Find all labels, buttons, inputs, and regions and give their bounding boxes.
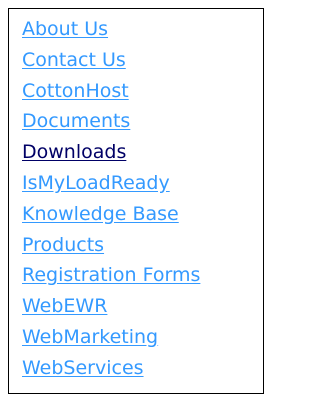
- nav-link-webewr[interactable]: WebEWR: [22, 295, 107, 317]
- nav-item-downloads: Downloads: [22, 137, 200, 168]
- nav-item-documents: Documents: [22, 106, 200, 137]
- nav-item-products: Products: [22, 230, 200, 261]
- nav-item-ismyloadready: IsMyLoadReady: [22, 168, 200, 199]
- nav-item-webmarketing: WebMarketing: [22, 322, 200, 353]
- navigation-menu: About Us Contact Us CottonHost Documents…: [8, 8, 264, 394]
- nav-item-about-us: About Us: [22, 14, 200, 45]
- nav-link-list: About Us Contact Us CottonHost Documents…: [22, 14, 200, 384]
- nav-link-knowledge-base[interactable]: Knowledge Base: [22, 203, 179, 225]
- nav-link-registration-forms[interactable]: Registration Forms: [22, 264, 200, 286]
- nav-item-cottonhost: CottonHost: [22, 76, 200, 107]
- nav-item-contact-us: Contact Us: [22, 45, 200, 76]
- nav-link-cottonhost[interactable]: CottonHost: [22, 80, 129, 102]
- nav-item-knowledge-base: Knowledge Base: [22, 199, 200, 230]
- nav-item-webservices: WebServices: [22, 353, 200, 384]
- nav-link-webmarketing[interactable]: WebMarketing: [22, 326, 158, 348]
- nav-link-about-us[interactable]: About Us: [22, 18, 108, 40]
- nav-link-products[interactable]: Products: [22, 234, 104, 256]
- nav-item-webewr: WebEWR: [22, 291, 200, 322]
- nav-link-webservices[interactable]: WebServices: [22, 357, 144, 379]
- nav-item-registration-forms: Registration Forms: [22, 260, 200, 291]
- nav-link-documents[interactable]: Documents: [22, 110, 130, 132]
- nav-link-downloads[interactable]: Downloads: [22, 141, 126, 163]
- nav-link-ismyloadready[interactable]: IsMyLoadReady: [22, 172, 170, 194]
- nav-link-contact-us[interactable]: Contact Us: [22, 49, 126, 71]
